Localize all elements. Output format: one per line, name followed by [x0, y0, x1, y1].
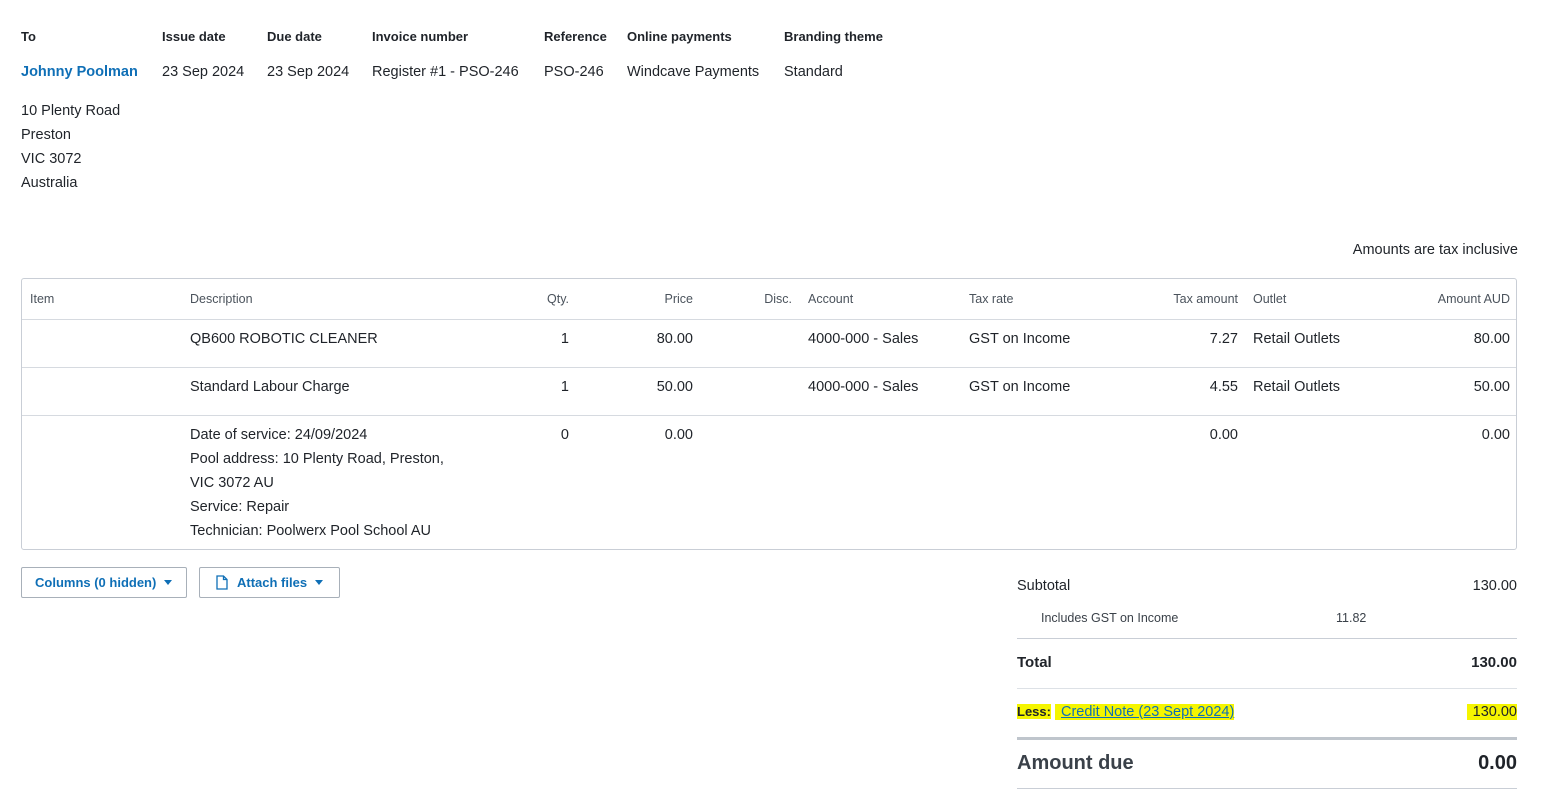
- row-price: 80.00: [656, 331, 693, 347]
- contact-name-link[interactable]: Johnny Poolman: [21, 64, 138, 80]
- row-amount: 50.00: [1473, 379, 1510, 395]
- row-outlet: Retail Outlets: [1253, 331, 1341, 347]
- summary-divider: [1017, 638, 1517, 639]
- summary-divider: [1017, 788, 1517, 789]
- row-tax-amount: 4.55: [1209, 379, 1238, 395]
- columns-button-label: Columns (0 hidden): [35, 575, 157, 590]
- row-description: QB600 ROBOTIC CLEANER: [190, 331, 378, 347]
- reference-value: PSO-246: [544, 64, 604, 80]
- row-amount: 80.00: [1473, 331, 1510, 347]
- row-divider: [22, 319, 1516, 320]
- row-tax-rate: GST on Income: [969, 331, 1071, 347]
- address-line: Preston: [21, 127, 71, 143]
- less-label: Less:: [1017, 704, 1051, 719]
- document-icon: [216, 575, 228, 590]
- row-divider: [22, 415, 1516, 416]
- columns-dropdown-button[interactable]: Columns (0 hidden): [21, 567, 187, 598]
- row-price: 0.00: [664, 427, 693, 443]
- subtotal-value: 130.00: [1472, 578, 1517, 594]
- header-label-due-date: Due date: [267, 29, 322, 44]
- row-description: Standard Labour Charge: [190, 379, 350, 395]
- line-items-table: Item Description Qty. Price Disc. Accoun…: [21, 278, 1517, 550]
- due-date-value: 23 Sep 2024: [267, 64, 350, 80]
- description-line: Date of service: 24/09/2024: [190, 427, 368, 443]
- description-line: VIC 3072 AU: [190, 475, 274, 491]
- column-header-outlet: Outlet: [1253, 292, 1287, 306]
- header-label-issue-date: Issue date: [162, 29, 226, 44]
- address-line: 10 Plenty Road: [21, 103, 121, 119]
- total-label: Total: [1017, 654, 1052, 671]
- column-header-account: Account: [808, 292, 854, 306]
- description-line: Pool address: 10 Plenty Road, Preston,: [190, 451, 444, 467]
- row-qty: 0: [560, 427, 569, 443]
- summary-divider: [1017, 737, 1517, 740]
- summary-divider: [1017, 688, 1517, 689]
- contact-address: 10 Plenty Road Preston VIC 3072 Australi…: [21, 99, 120, 195]
- row-account: 4000-000 - Sales: [808, 379, 919, 395]
- header-label-invoice-number: Invoice number: [372, 29, 469, 44]
- column-header-amount: Amount AUD: [1437, 292, 1510, 306]
- less-credit-row: Less: Credit Note (23 Sept 2024): [1017, 704, 1235, 720]
- column-header-description: Description: [190, 292, 253, 306]
- row-qty: 1: [560, 331, 569, 347]
- total-value: 130.00: [1471, 654, 1517, 671]
- issue-date-value: 23 Sep 2024: [162, 64, 245, 80]
- column-header-tax-amount: Tax amount: [1173, 292, 1238, 306]
- caret-down-icon: [315, 580, 324, 585]
- row-tax-amount: 0.00: [1209, 427, 1238, 443]
- address-line: Australia: [21, 175, 78, 191]
- attach-files-button[interactable]: Attach files: [199, 567, 340, 598]
- credit-note-link[interactable]: Credit Note (23 Sept 2024): [1061, 704, 1234, 720]
- row-price: 50.00: [656, 379, 693, 395]
- gst-value: 11.82: [1336, 611, 1367, 625]
- header-label-branding-theme: Branding theme: [784, 29, 883, 44]
- row-divider: [22, 367, 1516, 368]
- subtotal-label: Subtotal: [1017, 578, 1071, 594]
- gst-label: Includes GST on Income: [1041, 611, 1179, 625]
- amount-due-value: 0.00: [1478, 752, 1517, 774]
- column-header-qty: Qty.: [547, 292, 569, 306]
- column-header-price: Price: [664, 292, 693, 306]
- row-tax-amount: 7.27: [1209, 331, 1238, 347]
- row-tax-rate: GST on Income: [969, 379, 1071, 395]
- caret-down-icon: [164, 580, 173, 585]
- row-amount: 0.00: [1481, 427, 1510, 443]
- description-line: Technician: Poolwerx Pool School AU: [190, 523, 431, 539]
- attach-files-label: Attach files: [237, 575, 308, 590]
- less-amount-value: 130.00: [1466, 704, 1517, 720]
- amount-due-label: Amount due: [1017, 752, 1134, 774]
- tax-inclusive-note: Amounts are tax inclusive: [1352, 242, 1518, 258]
- row-qty: 1: [560, 379, 569, 395]
- header-label-to: To: [21, 29, 36, 44]
- header-label-reference: Reference: [544, 29, 607, 44]
- invoice-number-value: Register #1 - PSO-246: [372, 64, 519, 80]
- branding-theme-value: Standard: [784, 64, 843, 80]
- row-account: 4000-000 - Sales: [808, 331, 919, 347]
- address-line: VIC 3072: [21, 151, 82, 167]
- column-header-tax-rate: Tax rate: [969, 292, 1014, 306]
- row-outlet: Retail Outlets: [1253, 379, 1341, 395]
- column-header-item: Item: [30, 292, 55, 306]
- header-label-online-payments: Online payments: [627, 29, 732, 44]
- row-description: Date of service: 24/09/2024 Pool address…: [190, 423, 444, 543]
- online-payments-value: Windcave Payments: [627, 64, 760, 80]
- column-header-disc: Disc.: [764, 292, 792, 306]
- description-line: Service: Repair: [190, 499, 290, 515]
